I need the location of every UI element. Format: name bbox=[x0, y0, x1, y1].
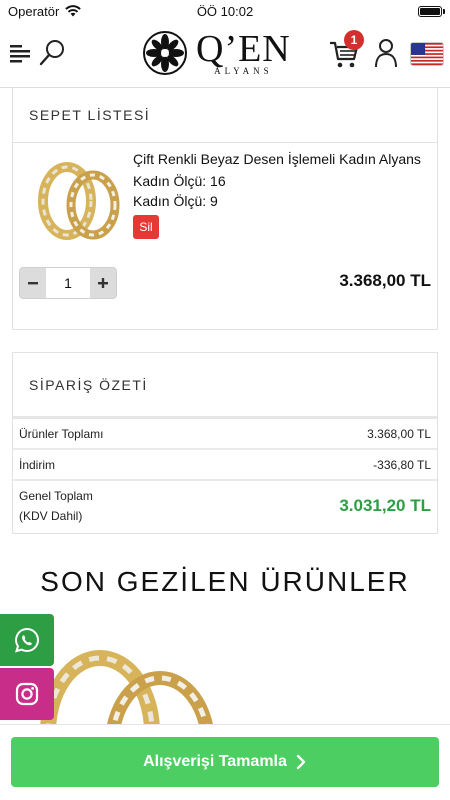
menu-icon[interactable] bbox=[10, 44, 32, 64]
order-summary-card: SİPARİŞ ÖZETİ Ürünler Toplamı 3.368,00 T… bbox=[12, 352, 438, 534]
battery-icon bbox=[418, 5, 445, 17]
logo-subtitle: ALYANS bbox=[214, 65, 273, 76]
cart-list-title: SEPET LİSTESİ bbox=[29, 106, 151, 123]
page-content[interactable]: SEPET LİSTESİ Çift Renkli Beyaz Desen İş… bbox=[0, 88, 450, 724]
product-size-option: Kadın Ölçü: 16 bbox=[133, 173, 226, 189]
us-flag-icon[interactable] bbox=[410, 42, 444, 66]
status-left: Operatör bbox=[8, 3, 82, 19]
summary-label: İndirim bbox=[19, 457, 56, 472]
user-icon[interactable] bbox=[374, 38, 398, 68]
total-tax-note: (KDV Dahil) bbox=[19, 509, 83, 523]
summary-row-subtotal: Ürünler Toplamı 3.368,00 TL bbox=[13, 419, 437, 450]
logo-text: Q’EN ALYANS bbox=[196, 27, 291, 76]
whatsapp-icon bbox=[14, 627, 39, 653]
summary-value: 3.368,00 TL bbox=[367, 426, 431, 441]
product-size-option: Kadın Ölçü: 9 bbox=[133, 193, 218, 209]
order-summary-title: SİPARİŞ ÖZETİ bbox=[29, 376, 148, 393]
total-label: Genel Toplam bbox=[19, 489, 93, 503]
carrier-label: Operatör bbox=[8, 3, 60, 19]
search-icon[interactable] bbox=[38, 38, 66, 68]
complete-purchase-button[interactable]: Alışverişi Tamamla bbox=[11, 737, 439, 787]
quantity-value[interactable]: 1 bbox=[46, 268, 90, 298]
app-header: Q’EN ALYANS 1 bbox=[0, 22, 450, 88]
product-image[interactable] bbox=[29, 159, 129, 243]
cart-list-header: SEPET LİSTESİ bbox=[13, 88, 437, 143]
total-value: 3.031,20 TL bbox=[339, 496, 431, 515]
checkout-bar: Alışverişi Tamamla bbox=[0, 724, 450, 800]
summary-value: -336,80 TL bbox=[373, 457, 431, 472]
instagram-icon bbox=[15, 682, 39, 706]
plus-icon bbox=[98, 278, 108, 288]
product-name[interactable]: Çift Renkli Beyaz Desen İşlemeli Kadın A… bbox=[133, 151, 421, 167]
cart-count-badge: 1 bbox=[344, 30, 364, 50]
wifi-icon bbox=[65, 5, 82, 17]
recently-viewed-title: SON GEZİLEN ÜRÜNLER bbox=[40, 566, 410, 597]
summary-row-total: Genel Toplam (KDV Dahil) 3.031,20 TL bbox=[13, 481, 437, 531]
increase-quantity-button[interactable] bbox=[90, 268, 116, 298]
logo-mark-icon bbox=[143, 31, 187, 75]
instagram-button[interactable] bbox=[0, 668, 54, 720]
total-label-group: Genel Toplam (KDV Dahil) bbox=[19, 486, 93, 526]
status-bar: Operatör ÖÖ 10:02 bbox=[0, 0, 450, 22]
order-summary-header: SİPARİŞ ÖZETİ bbox=[13, 353, 437, 419]
summary-label: Ürünler Toplamı bbox=[19, 426, 104, 441]
line-item-price: 3.368,00 TL bbox=[339, 271, 431, 290]
decrease-quantity-button[interactable] bbox=[20, 268, 46, 298]
summary-row-discount: İndirim -336,80 TL bbox=[13, 450, 437, 481]
quantity-stepper: 1 bbox=[19, 267, 117, 299]
cart-list-card: SEPET LİSTESİ Çift Renkli Beyaz Desen İş… bbox=[12, 88, 438, 330]
logo-wordmark: Q’EN bbox=[196, 27, 291, 70]
delete-item-button[interactable]: Sil bbox=[133, 215, 159, 239]
brand-logo[interactable]: Q’EN ALYANS bbox=[142, 30, 291, 76]
whatsapp-button[interactable] bbox=[0, 614, 54, 666]
complete-purchase-label: Alışverişi Tamamla bbox=[143, 753, 287, 770]
chevron-right-icon bbox=[296, 754, 306, 770]
minus-icon bbox=[28, 282, 38, 285]
